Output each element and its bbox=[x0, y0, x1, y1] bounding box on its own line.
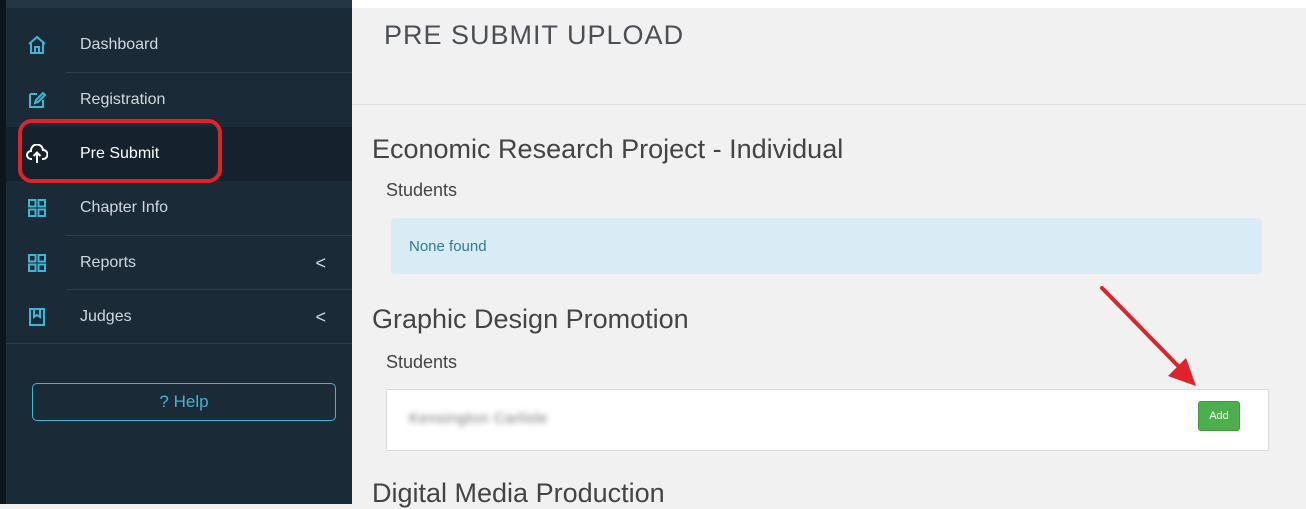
book-icon bbox=[26, 306, 48, 328]
add-button[interactable]: Add bbox=[1198, 401, 1240, 431]
section-title: Digital Media Production bbox=[372, 478, 665, 508]
students-label: Students bbox=[386, 352, 458, 372]
header-strip bbox=[352, 0, 1306, 8]
sidebar-item-dashboard[interactable]: Dashboard bbox=[6, 18, 352, 72]
page-title: PRE SUBMIT UPLOAD bbox=[384, 20, 685, 50]
student-row: Kensington Carlisle Add bbox=[386, 389, 1269, 451]
empty-text: None found bbox=[409, 237, 487, 255]
sidebar: Dashboard Registration Pre Submit Chapte… bbox=[0, 0, 352, 504]
sidebar-item-judges[interactable]: Judges < bbox=[6, 290, 352, 344]
chevron-left-icon[interactable]: < bbox=[315, 307, 326, 328]
sidebar-item-label: Reports bbox=[80, 254, 137, 271]
main-content: PRE SUBMIT UPLOAD Economic Research Proj… bbox=[352, 0, 1306, 508]
sidebar-item-reports[interactable]: Reports < bbox=[6, 236, 352, 290]
student-name: Kensington Carlisle bbox=[409, 410, 548, 427]
empty-alert: None found bbox=[391, 218, 1262, 274]
section-title: Graphic Design Promotion bbox=[372, 304, 689, 334]
sidebar-item-label: Chapter Info bbox=[80, 199, 169, 216]
chevron-left-icon[interactable]: < bbox=[315, 253, 326, 274]
sidebar-item-label: Dashboard bbox=[80, 36, 159, 53]
sidebar-item-chapter-info[interactable]: Chapter Info bbox=[6, 181, 352, 235]
highlight-annotation bbox=[18, 119, 222, 183]
help-button[interactable]: ? Help bbox=[32, 383, 336, 421]
edit-icon bbox=[26, 89, 48, 111]
grid-icon bbox=[26, 252, 48, 274]
section-title: Economic Research Project - Individual bbox=[372, 134, 844, 164]
grid-icon bbox=[26, 197, 48, 219]
divider bbox=[6, 343, 352, 344]
annotation-arrow-icon bbox=[1100, 286, 1196, 386]
page-header: PRE SUBMIT UPLOAD bbox=[352, 0, 1306, 105]
students-label: Students bbox=[386, 180, 458, 200]
sidebar-item-label: Registration bbox=[80, 91, 166, 108]
sidebar-item-label: Judges bbox=[80, 308, 132, 325]
home-icon bbox=[26, 34, 48, 56]
